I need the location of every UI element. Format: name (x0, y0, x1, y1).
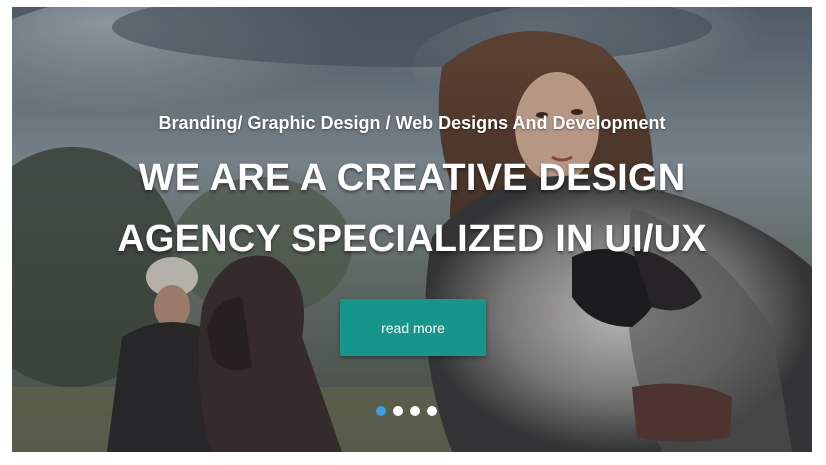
hero-headline-line-2: AGENCY SPECIALIZED IN UI/UX (117, 218, 707, 260)
hero-headline-line-1: WE ARE A CREATIVE DESIGN (138, 157, 686, 199)
hero-slider: Branding/ Graphic Design / Web Designs A… (12, 7, 812, 452)
slider-dot-3[interactable] (410, 406, 420, 416)
read-more-button[interactable]: read more (340, 299, 486, 356)
hero-subtitle: Branding/ Graphic Design / Web Designs A… (158, 113, 666, 133)
slider-pagination (376, 406, 437, 418)
slider-dot-2[interactable] (393, 406, 403, 416)
slider-dot-1[interactable] (376, 406, 386, 416)
slider-dot-4[interactable] (427, 406, 437, 416)
